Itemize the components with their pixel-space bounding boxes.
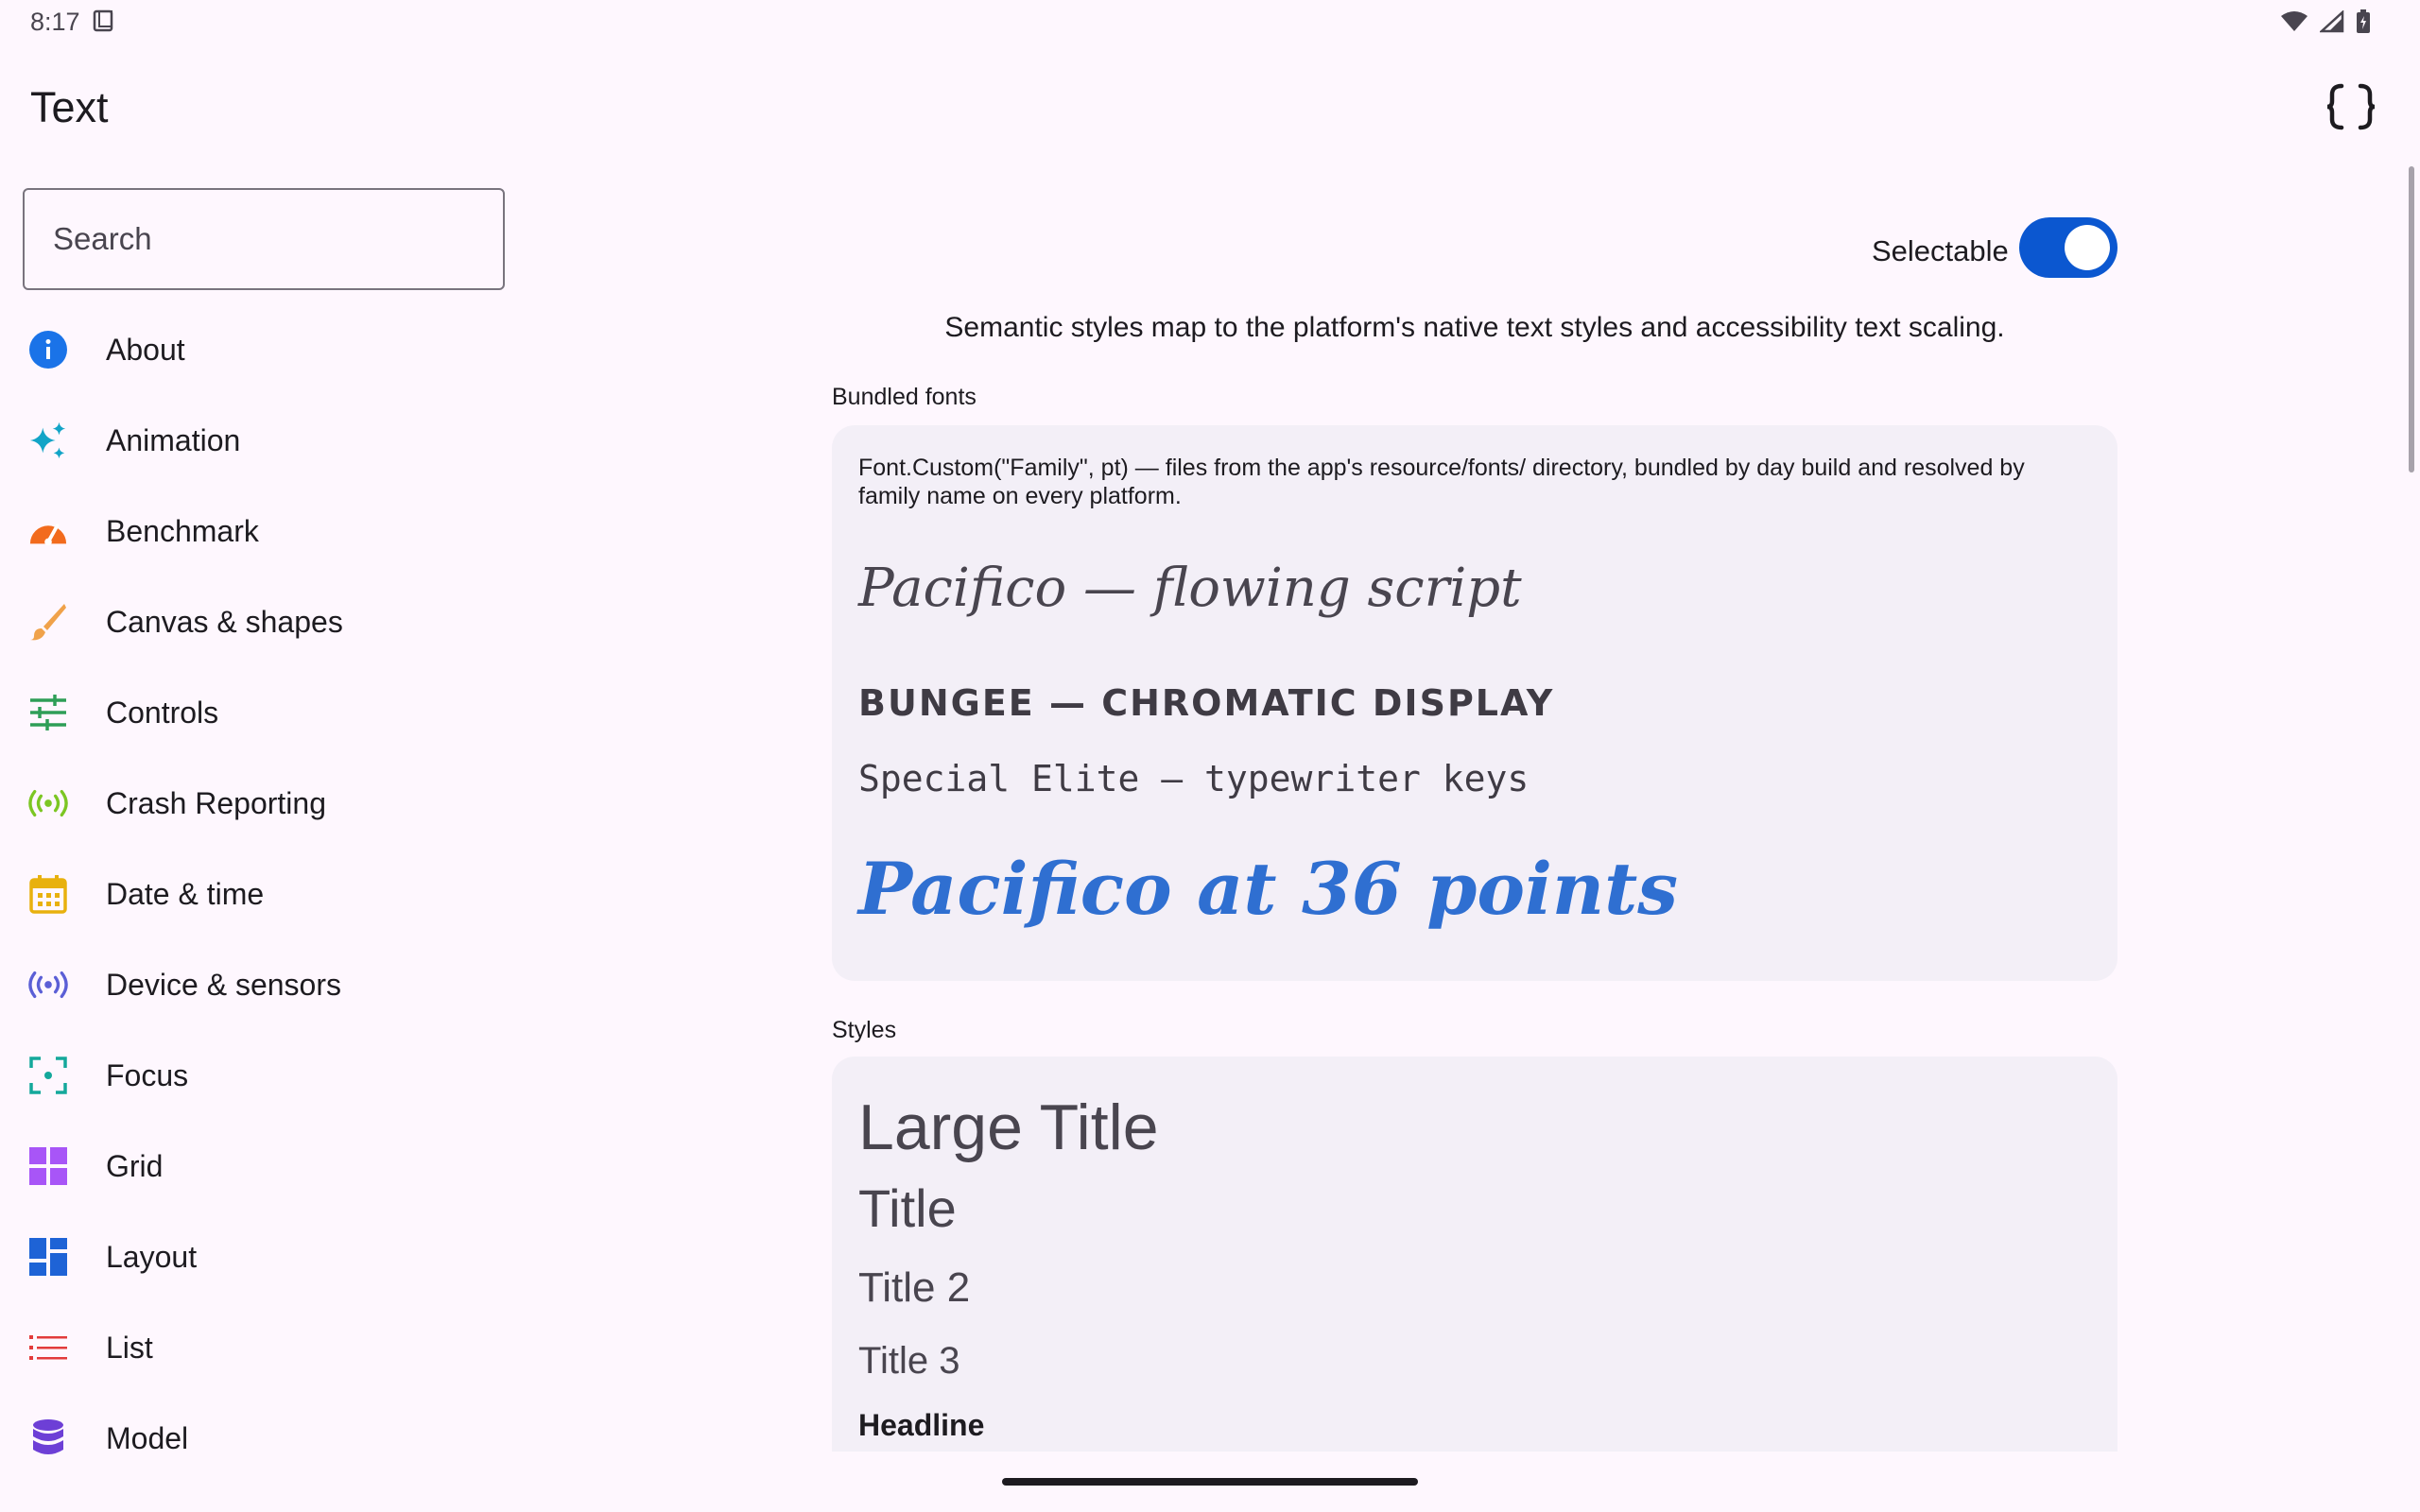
font-sample-pacifico-36: Pacifico at 36 points	[858, 847, 1679, 931]
sidebar-item-label: Focus	[106, 1057, 189, 1092]
toggle-knob	[2065, 225, 2110, 270]
styles-card: Large Title Title Title 2 Title 3 Headli…	[832, 1057, 2118, 1452]
braces-icon	[2326, 83, 2376, 130]
page-title: Text	[30, 83, 109, 131]
styles-label: Styles	[832, 1017, 897, 1043]
sidebar-item-list[interactable]: List	[0, 1302, 529, 1393]
sidebar-item-label: Layout	[106, 1239, 198, 1274]
sidebar-item-date-time[interactable]: Date & time	[0, 849, 529, 939]
sidebar-item-label: Animation	[106, 422, 241, 457]
sidebar-item-label: About	[106, 332, 185, 367]
sidebar-item-label: List	[106, 1330, 153, 1365]
sidebar-item-about[interactable]: About	[0, 304, 529, 395]
code-view-button[interactable]	[2322, 77, 2380, 136]
style-title-3: Title 3	[858, 1340, 960, 1382]
status-bar: 8:17	[0, 0, 2420, 45]
calendar-icon	[28, 874, 68, 914]
broadcast-icon	[28, 783, 68, 823]
sidebar-item-label: Date & time	[106, 876, 265, 911]
sidebar-item-controls[interactable]: Controls	[0, 667, 529, 758]
style-headline: Headline	[858, 1408, 985, 1442]
font-sample-special-elite: Special Elite — typewriter keys	[858, 758, 1530, 799]
sensor-icon	[28, 965, 68, 1005]
status-icons	[2280, 9, 2371, 34]
selectable-label: Selectable	[1872, 234, 2009, 267]
speedometer-icon	[28, 511, 68, 551]
sidebar-item-label: Benchmark	[106, 513, 259, 548]
sliders-icon	[28, 693, 68, 732]
bundled-fonts-card: Font.Custom("Family", pt) — files from t…	[832, 425, 2118, 981]
selectable-toggle[interactable]	[2019, 217, 2118, 278]
home-indicator[interactable]	[1002, 1478, 1418, 1486]
sidebar-item-label: Crash Reporting	[106, 785, 326, 820]
search-field[interactable]	[23, 188, 505, 290]
font-sample-bungee: BUNGEE — CHROMATIC DISPLAY	[858, 682, 1555, 724]
layout-icon	[28, 1237, 68, 1277]
battery-icon	[2357, 9, 2370, 33]
brush-icon	[28, 602, 68, 642]
bundled-fonts-label: Bundled fonts	[832, 384, 977, 410]
style-large-title: Large Title	[858, 1091, 1159, 1163]
sidebar-item-label: Device & sensors	[106, 967, 341, 1002]
sidebar-item-benchmark[interactable]: Benchmark	[0, 486, 529, 576]
grid-icon	[28, 1146, 68, 1186]
search-input[interactable]	[25, 190, 503, 288]
style-title: Title	[858, 1178, 957, 1238]
sidebar-item-grid[interactable]: Grid	[0, 1121, 529, 1211]
sidebar-nav: About Animation Benchmark Canvas & shape…	[0, 304, 529, 1484]
signal-icon	[2320, 10, 2344, 33]
sidebar-item-label: Model	[106, 1420, 189, 1455]
sparkles-icon	[28, 421, 68, 460]
style-title-2: Title 2	[858, 1264, 971, 1311]
sidebar-item-label: Grid	[106, 1148, 164, 1183]
status-time: 8:17	[30, 8, 80, 36]
font-sample-pacifico: Pacifico — flowing script	[858, 558, 1522, 619]
info-icon	[28, 330, 68, 369]
list-icon	[28, 1328, 68, 1367]
sidebar-item-layout[interactable]: Layout	[0, 1211, 529, 1302]
wifi-icon	[2281, 11, 2308, 31]
sidebar-item-label: Canvas & shapes	[106, 604, 343, 639]
bundled-fonts-description: Font.Custom("Family", pt) — files from t…	[858, 455, 2025, 509]
sidebar-item-canvas-shapes[interactable]: Canvas & shapes	[0, 576, 529, 667]
database-icon	[28, 1418, 68, 1458]
sidebar-item-focus[interactable]: Focus	[0, 1030, 529, 1121]
sidebar-item-device-sensors[interactable]: Device & sensors	[0, 939, 529, 1030]
sidebar-item-model[interactable]: Model	[0, 1393, 529, 1484]
intro-text: Semantic styles map to the platform's na…	[944, 312, 2005, 343]
sidebar-item-crash-reporting[interactable]: Crash Reporting	[0, 758, 529, 849]
sidebar-item-label: Controls	[106, 695, 219, 730]
sim-card-icon	[93, 9, 113, 32]
sidebar-item-animation[interactable]: Animation	[0, 395, 529, 486]
focus-icon	[28, 1056, 68, 1095]
scrollbar[interactable]	[2409, 166, 2414, 472]
